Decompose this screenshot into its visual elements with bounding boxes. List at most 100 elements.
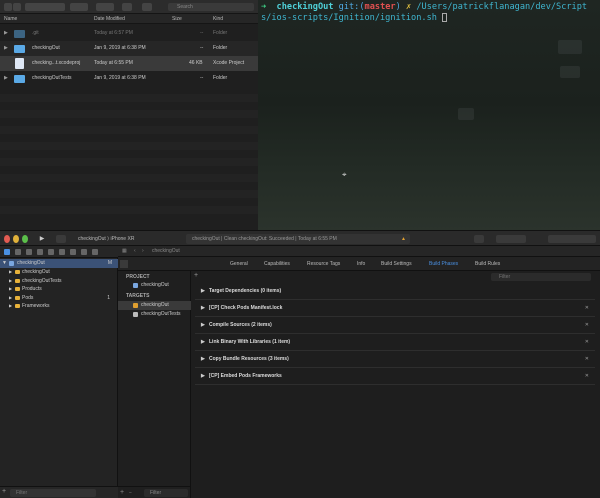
- file-row[interactable]: ▶ .git Today at 6:57 PM -- Folder: [0, 26, 258, 41]
- folder-navigator-icon[interactable]: [4, 249, 10, 255]
- tag-icon[interactable]: [142, 3, 152, 11]
- tab-build-rules[interactable]: Build Rules: [475, 257, 500, 271]
- build-phase-row[interactable]: ▶ Target Dependencies (0 items): [195, 283, 595, 300]
- remove-phase-icon[interactable]: ✕: [585, 351, 589, 368]
- back-icon[interactable]: ‹: [134, 246, 136, 257]
- add-icon[interactable]: +: [2, 488, 6, 495]
- nav-item-group[interactable]: ▶ checkingOut: [0, 268, 118, 277]
- desktop-icon: [560, 66, 580, 78]
- disclosure-triangle-icon[interactable]: ▶: [201, 351, 205, 368]
- prompt-arrow: ➜: [261, 2, 267, 12]
- breadcrumb[interactable]: checkingOut: [152, 246, 180, 257]
- close-window-button[interactable]: [4, 235, 10, 243]
- disclosure-triangle-icon[interactable]: ▶: [4, 41, 8, 56]
- nav-item-label: Frameworks: [22, 303, 50, 309]
- tab-capabilities[interactable]: Capabilities: [264, 257, 290, 271]
- xcodeproj-icon: [15, 58, 24, 69]
- warning-icon[interactable]: ▲: [401, 234, 406, 244]
- disclosure-triangle-icon[interactable]: ▶: [9, 277, 12, 286]
- disclosure-triangle-icon[interactable]: ▶: [201, 300, 205, 317]
- editor-mode-control[interactable]: [496, 235, 526, 243]
- view-mode-control[interactable]: [25, 3, 65, 11]
- nav-item-group[interactable]: ▶ Frameworks: [0, 302, 118, 311]
- debug-icon[interactable]: [70, 249, 76, 255]
- file-row[interactable]: ▶ checkingOut Jan 9, 2019 at 6:38 PM -- …: [0, 41, 258, 56]
- disclosure-triangle-icon[interactable]: ▶: [9, 268, 12, 277]
- source-control-icon[interactable]: [15, 249, 21, 255]
- nav-item-group[interactable]: ▶ Products: [0, 285, 118, 294]
- search-input[interactable]: Search: [168, 3, 254, 11]
- scheme-selector[interactable]: checkingOut ⟩ iPhone XR: [78, 235, 134, 243]
- nav-item-project[interactable]: ▼ checkingOut M: [0, 259, 118, 268]
- remove-phase-icon[interactable]: ✕: [585, 334, 589, 351]
- tab-build-phases[interactable]: Build Phases: [429, 257, 458, 271]
- grid-icon[interactable]: ▦: [122, 246, 127, 257]
- build-phase-row[interactable]: ▶ [CP] Check Pods Manifest.lock ✕: [195, 300, 595, 317]
- disclosure-triangle-icon[interactable]: ▶: [201, 334, 205, 351]
- nav-item-group[interactable]: ▶ Pods 1: [0, 294, 118, 303]
- file-row[interactable]: checking...t.xcodeproj Today at 6:55 PM …: [0, 56, 258, 71]
- build-phase-row[interactable]: ▶ [CP] Embed Pods Frameworks ✕: [195, 368, 595, 385]
- library-icon[interactable]: [474, 235, 484, 243]
- tab-general[interactable]: General: [230, 257, 248, 271]
- minimize-window-button[interactable]: [13, 235, 19, 243]
- add-icon[interactable]: +: [120, 487, 124, 498]
- filter-input[interactable]: Filter: [144, 489, 188, 497]
- test-icon[interactable]: [59, 249, 65, 255]
- remove-phase-icon[interactable]: ✕: [585, 368, 589, 385]
- group-button[interactable]: [70, 3, 88, 11]
- nav-item-label: checkingOut: [17, 260, 45, 266]
- target-item[interactable]: checkingOut: [118, 301, 191, 310]
- build-phase-row[interactable]: ▶ Compile Sources (2 items) ✕: [195, 317, 595, 334]
- symbol-icon[interactable]: [26, 249, 32, 255]
- project-item[interactable]: checkingOut: [118, 281, 191, 290]
- tab-resource-tags[interactable]: Resource Tags: [307, 257, 340, 271]
- stop-icon[interactable]: [56, 235, 66, 243]
- disclosure-triangle-icon[interactable]: ▶: [201, 283, 205, 300]
- disclosure-triangle-icon[interactable]: ▶: [9, 302, 12, 311]
- sidebar-toggle-icon[interactable]: [120, 260, 128, 268]
- breakpoint-icon[interactable]: [81, 249, 87, 255]
- forward-button[interactable]: [13, 3, 21, 11]
- disclosure-triangle-icon[interactable]: ▶: [4, 26, 8, 41]
- build-phase-row[interactable]: ▶ Link Binary With Libraries (1 item) ✕: [195, 334, 595, 351]
- find-icon[interactable]: [37, 249, 43, 255]
- tab-build-settings[interactable]: Build Settings: [381, 257, 412, 271]
- disclosure-triangle-icon[interactable]: ▶: [201, 317, 205, 334]
- remove-icon[interactable]: −: [129, 487, 132, 498]
- file-size: --: [200, 45, 204, 51]
- column-name[interactable]: Name: [4, 16, 17, 22]
- remove-phase-icon[interactable]: ✕: [585, 317, 589, 334]
- run-icon[interactable]: ▶: [36, 235, 48, 243]
- folder-icon: [14, 30, 25, 38]
- disclosure-triangle-icon[interactable]: ▶: [4, 71, 8, 86]
- nav-item-group[interactable]: ▶ checkingOutTests: [0, 277, 118, 286]
- filter-input[interactable]: Filter: [491, 273, 591, 281]
- column-date[interactable]: Date Modified: [94, 16, 125, 22]
- back-button[interactable]: [4, 3, 12, 11]
- tab-info[interactable]: Info: [357, 257, 365, 271]
- file-name: checkingOut: [32, 45, 60, 51]
- filter-input[interactable]: Filter: [10, 489, 96, 497]
- zoom-window-button[interactable]: [22, 235, 28, 243]
- project-icon: [9, 261, 14, 266]
- disclosure-triangle-icon[interactable]: ▶: [9, 285, 12, 294]
- phase-label: Link Binary With Libraries (1 item): [209, 339, 291, 345]
- panel-toggle-control[interactable]: [548, 235, 596, 243]
- gear-icon[interactable]: [96, 3, 114, 11]
- column-kind[interactable]: Kind: [213, 16, 223, 22]
- column-size[interactable]: Size: [172, 16, 182, 22]
- disclosure-triangle-icon[interactable]: ▶: [9, 294, 12, 303]
- remove-phase-icon[interactable]: ✕: [585, 300, 589, 317]
- share-icon[interactable]: [122, 3, 132, 11]
- issue-icon[interactable]: [48, 249, 54, 255]
- forward-icon[interactable]: ›: [142, 246, 144, 257]
- terminal-window[interactable]: ➜ checkingOut git:(master) ✗ /Users/patr…: [258, 0, 600, 230]
- disclosure-triangle-icon[interactable]: ▶: [201, 368, 205, 385]
- disclosure-triangle-icon[interactable]: ▼: [2, 259, 7, 268]
- target-item[interactable]: checkingOutTests: [118, 310, 191, 319]
- build-phase-row[interactable]: ▶ Copy Bundle Resources (3 items) ✕: [195, 351, 595, 368]
- report-icon[interactable]: [92, 249, 98, 255]
- add-phase-icon[interactable]: +: [194, 272, 198, 279]
- file-row[interactable]: ▶ checkingOutTests Jan 9, 2019 at 6:38 P…: [0, 71, 258, 86]
